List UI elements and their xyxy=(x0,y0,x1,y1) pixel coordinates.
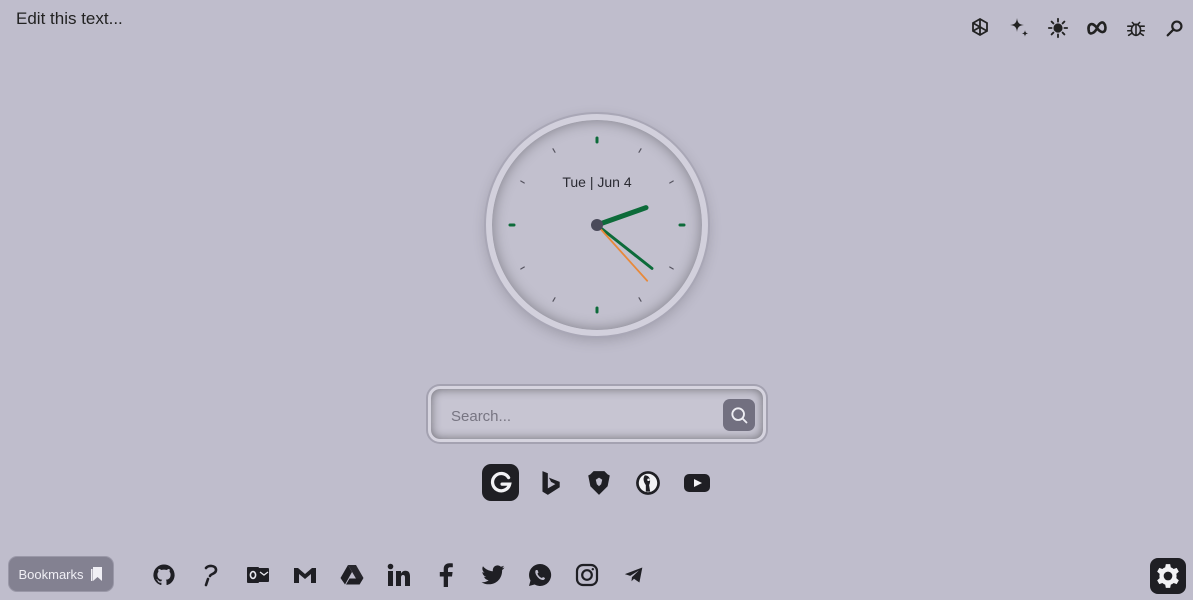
hour-hand xyxy=(594,205,649,228)
clock-center-pin xyxy=(591,219,603,231)
engine-brave[interactable] xyxy=(580,464,617,501)
bookmarks-label: Bookmarks xyxy=(18,566,84,582)
perplexity-search-icon[interactable] xyxy=(1163,14,1187,42)
shortcut-twitter[interactable] xyxy=(479,561,506,588)
clock-tick xyxy=(669,266,674,270)
second-hand xyxy=(596,224,649,282)
gmail-icon xyxy=(293,567,316,583)
shortcut-github[interactable] xyxy=(150,561,177,588)
whatsapp-icon xyxy=(528,563,551,586)
google-drive-icon xyxy=(340,564,363,584)
clock-date: Tue | Jun 4 xyxy=(562,174,632,190)
linkedin-icon xyxy=(387,563,410,586)
meta-ai-icon[interactable] xyxy=(1085,14,1109,42)
facebook-icon xyxy=(439,562,453,587)
ai-tools-bar xyxy=(968,14,1187,42)
gear-icon xyxy=(1157,564,1179,588)
analog-clock: Tue | Jun 4 xyxy=(486,114,708,336)
outlook-icon xyxy=(246,566,269,583)
engine-duckduckgo[interactable] xyxy=(629,464,666,501)
twitter-icon xyxy=(481,564,504,584)
brave-icon xyxy=(587,470,610,495)
perplexity-icon xyxy=(204,564,217,586)
engine-youtube[interactable] xyxy=(678,464,715,501)
google-icon xyxy=(490,471,512,492)
shortcut-bar xyxy=(150,561,647,588)
search-button[interactable] xyxy=(723,399,755,431)
shortcut-instagram[interactable] xyxy=(573,561,600,588)
clock-tick xyxy=(552,148,556,153)
minute-hand xyxy=(595,223,654,270)
bookmarks-button[interactable]: Bookmarks xyxy=(9,557,113,591)
user-text[interactable]: Edit this text... xyxy=(16,9,123,29)
shortcut-google-drive[interactable] xyxy=(338,561,365,588)
clock-dial xyxy=(508,136,686,314)
shortcut-linkedin[interactable] xyxy=(385,561,412,588)
search-box xyxy=(428,386,766,442)
bing-icon xyxy=(541,470,560,495)
bug-icon[interactable] xyxy=(1124,14,1148,42)
shortcut-whatsapp[interactable] xyxy=(526,561,553,588)
clock-tick xyxy=(552,297,556,302)
search-icon xyxy=(731,407,748,424)
engine-google[interactable] xyxy=(482,464,519,501)
shortcut-telegram[interactable] xyxy=(620,561,647,588)
bookmark-icon xyxy=(90,567,102,581)
shortcut-facebook[interactable] xyxy=(432,561,459,588)
shortcut-gmail[interactable] xyxy=(291,561,318,588)
instagram-icon xyxy=(575,563,598,586)
shortcut-perplexity[interactable] xyxy=(197,561,224,588)
shortcut-outlook[interactable] xyxy=(244,561,271,588)
youtube-icon xyxy=(683,473,710,492)
clock-tick xyxy=(520,266,525,270)
telegram-icon xyxy=(624,567,642,582)
search-engine-selector xyxy=(482,464,715,501)
clock-tick xyxy=(638,297,642,302)
search-input[interactable] xyxy=(449,403,713,429)
github-icon xyxy=(152,563,175,585)
chatgpt-icon[interactable] xyxy=(968,14,992,42)
gemini-sparkle-icon[interactable] xyxy=(1007,14,1031,42)
duckduckgo-icon xyxy=(635,470,660,495)
engine-bing[interactable] xyxy=(531,464,568,501)
settings-button[interactable] xyxy=(1150,558,1186,594)
clock-tick xyxy=(638,148,642,153)
copilot-sun-icon[interactable] xyxy=(1046,14,1070,42)
